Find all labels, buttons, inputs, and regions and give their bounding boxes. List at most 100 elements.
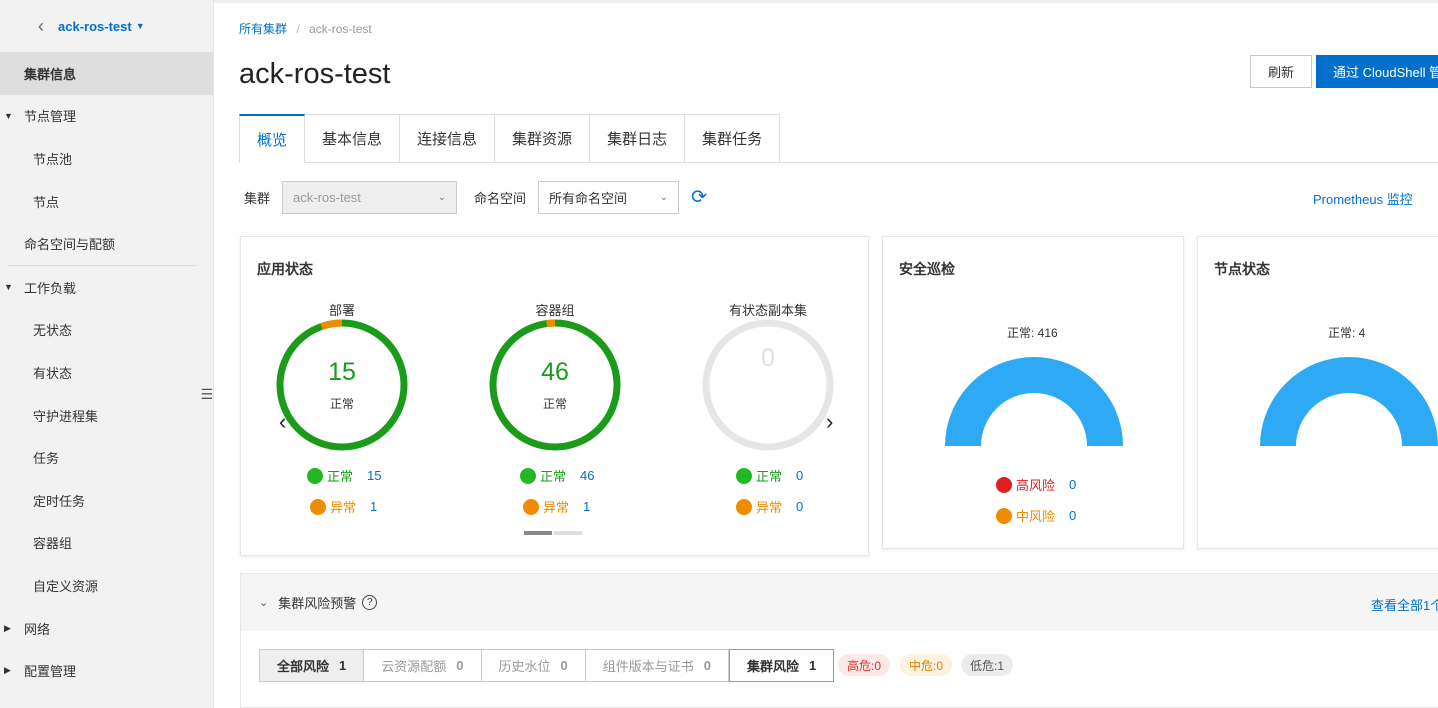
- risk-tab-cluster[interactable]: 集群风险 1: [729, 649, 835, 682]
- namespace-select[interactable]: 所有命名空间 ⌄: [538, 181, 680, 214]
- caret-right-icon: ▶: [4, 665, 11, 676]
- pager-dot-active[interactable]: [524, 531, 552, 535]
- ring-total: 15: [328, 358, 356, 386]
- sidebar-header: ‹ ack-ros-test ▼: [0, 0, 213, 52]
- sidebar-item-statefulsets[interactable]: 有状态: [0, 351, 213, 394]
- legend-normal: 正常 46: [520, 466, 594, 485]
- main-content: 所有集群 / ack-ros-test ack-ros-test 刷新 通过 C…: [214, 0, 1438, 708]
- caret-right-icon: ▶: [4, 622, 11, 633]
- next-arrow-icon[interactable]: ›: [826, 409, 833, 435]
- legend-label: 异常: [543, 500, 570, 515]
- tab-bar: 概览 基本信息 连接信息 集群资源 集群日志 集群任务: [239, 114, 781, 163]
- ring-label: 部署: [328, 303, 355, 318]
- sidebar-item-jobs[interactable]: 任务: [0, 436, 213, 479]
- normal-dot-icon: [736, 467, 752, 484]
- sidebar-item-workloads[interactable]: ▼ 工作负载: [0, 266, 213, 309]
- risk-tab-versions[interactable]: 组件版本与证书 0: [585, 649, 729, 682]
- collapse-sidebar-icon[interactable]: ☰: [200, 386, 213, 403]
- sidebar-item-label: 命名空间与配额: [24, 237, 116, 253]
- chevron-down-icon[interactable]: ⌄: [259, 596, 268, 609]
- legend-value[interactable]: 1: [583, 499, 590, 514]
- mid-severity-badge[interactable]: 中危:0: [900, 654, 953, 676]
- high-severity-badge[interactable]: 高危:0: [838, 654, 891, 676]
- chevron-down-icon: ⌄: [659, 192, 669, 203]
- sidebar-item-network[interactable]: ▶ 网络: [0, 607, 213, 650]
- tab-cluster-logs[interactable]: 集群日志: [590, 114, 686, 163]
- sidebar-item-node-management[interactable]: ▼ 节点管理: [0, 95, 213, 138]
- sidebar-item-label: 有状态: [33, 365, 73, 381]
- namespace-filter-label: 命名空间: [474, 191, 527, 206]
- legend-label: 正常: [756, 469, 783, 484]
- tab-cluster-tasks[interactable]: 集群任务: [685, 114, 781, 163]
- prev-arrow-icon[interactable]: ‹: [279, 409, 286, 435]
- gauge-label: 正常: 416: [1007, 326, 1058, 340]
- sidebar-item-label: 守护进程集: [33, 408, 99, 424]
- legend-label: 高风险: [1016, 478, 1056, 493]
- risk-tab-label: 集群风险: [747, 659, 800, 674]
- sidebar: ‹ ack-ros-test ▼ 集群信息 ▼ 节点管理 节点池 节点 命名空间与…: [0, 0, 214, 708]
- risk-tab-count: 0: [560, 658, 568, 673]
- sidebar-item-label: 节点池: [33, 151, 73, 167]
- risk-filter-tabs: 全部风险 1 云资源配额 0 历史水位 0 组件版本与证书 0 集群风险 1: [259, 649, 835, 682]
- sidebar-item-namespaces[interactable]: 命名空间与配额: [0, 222, 213, 265]
- legend-high-risk: 高风险 0: [996, 475, 1076, 494]
- cluster-select-value: ack-ros-test: [293, 190, 361, 205]
- ring-total: 46: [541, 358, 569, 386]
- legend-value[interactable]: 0: [1069, 477, 1076, 492]
- tab-basic-info[interactable]: 基本信息: [305, 114, 401, 163]
- chevron-down-icon: ⌄: [437, 192, 447, 203]
- risk-panel-title: 集群风险预警: [278, 596, 357, 611]
- cloudshell-button[interactable]: 通过 CloudShell 管: [1316, 55, 1438, 88]
- ring-empty-arc: [702, 319, 834, 451]
- sidebar-item-cluster-info[interactable]: 集群信息: [0, 52, 213, 95]
- tab-cluster-resources[interactable]: 集群资源: [495, 114, 591, 163]
- breadcrumb-all-clusters[interactable]: 所有集群: [239, 22, 287, 36]
- ring-abnormal-arc: [320, 319, 343, 330]
- legend-value[interactable]: 46: [580, 468, 594, 483]
- gauge-arc: [1260, 357, 1438, 446]
- back-icon[interactable]: ‹: [38, 16, 44, 37]
- prometheus-monitor-link[interactable]: Prometheus 监控: [1313, 189, 1413, 208]
- legend-value[interactable]: 1: [370, 499, 377, 514]
- low-severity-badge[interactable]: 低危:1: [961, 654, 1014, 676]
- sidebar-item-custom-resources[interactable]: 自定义资源: [0, 564, 213, 607]
- security-card: 安全巡检 正常: 416 高风险 0 中风险 0: [882, 236, 1184, 549]
- sidebar-item-daemonsets[interactable]: 守护进程集: [0, 394, 213, 437]
- sidebar-item-cronjobs[interactable]: 定时任务: [0, 479, 213, 522]
- refresh-button[interactable]: 刷新: [1250, 55, 1312, 88]
- legend-abnormal: 异常 0: [736, 497, 803, 516]
- card-title: 安全巡检: [899, 261, 955, 277]
- tab-connection-info[interactable]: 连接信息: [400, 114, 496, 163]
- risk-tab-quota[interactable]: 云资源配额 0: [364, 649, 482, 682]
- page-title: ack-ros-test: [239, 58, 391, 90]
- sidebar-item-label: 集群信息: [24, 66, 77, 82]
- view-all-link[interactable]: 查看全部1个: [1371, 595, 1438, 614]
- card-title: 应用状态: [257, 261, 313, 277]
- help-icon[interactable]: ?: [362, 595, 378, 610]
- cluster-selector[interactable]: ack-ros-test: [58, 19, 132, 34]
- sidebar-item-node-pool[interactable]: 节点池: [0, 137, 213, 180]
- refresh-icon[interactable]: ⟳: [691, 186, 707, 209]
- risk-tab-count: 1: [809, 658, 817, 673]
- sidebar-item-nodes[interactable]: 节点: [0, 180, 213, 223]
- deployment-ring: 部署 15 正常 正常 15 异常 1: [267, 300, 417, 530]
- high-risk-dot-icon: [996, 476, 1012, 493]
- legend-value[interactable]: 15: [367, 468, 381, 483]
- legend-value[interactable]: 0: [1069, 508, 1076, 523]
- risk-tab-history[interactable]: 历史水位 0: [481, 649, 586, 682]
- risk-tab-label: 云资源配额: [381, 659, 447, 674]
- sidebar-item-pods[interactable]: 容器组: [0, 522, 213, 565]
- tab-overview[interactable]: 概览: [239, 114, 306, 163]
- normal-dot-icon: [520, 467, 536, 484]
- sidebar-item-deployments[interactable]: 无状态: [0, 309, 213, 352]
- sidebar-item-label: 自定义资源: [33, 578, 99, 594]
- legend-value[interactable]: 0: [796, 499, 803, 514]
- node-gauge: [1260, 357, 1438, 446]
- sidebar-item-config[interactable]: ▶ 配置管理: [0, 649, 213, 692]
- legend-value[interactable]: 0: [796, 468, 803, 483]
- pager-dot[interactable]: [554, 531, 582, 535]
- risk-tab-all[interactable]: 全部风险 1: [259, 649, 365, 682]
- legend-abnormal: 异常 1: [310, 497, 377, 516]
- caret-down-icon[interactable]: ▼: [136, 21, 145, 31]
- breadcrumb: 所有集群 / ack-ros-test: [239, 20, 372, 37]
